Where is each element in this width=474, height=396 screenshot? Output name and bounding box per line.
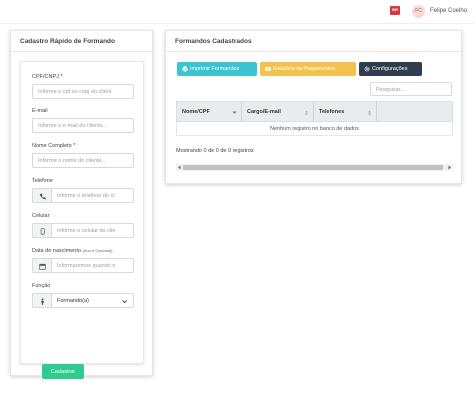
print-button[interactable]: Imprimir Formandos [177,62,257,76]
panel-title: Formandos Cadastrados [175,38,252,45]
phone-icon [39,193,46,200]
print-button-label: Imprimir Formandos [190,66,240,72]
language-flag-icon[interactable]: BR [390,6,400,15]
chevron-down-icon [122,300,127,304]
sort-icon [305,110,308,116]
settings-button-label: Configurações [372,66,408,72]
email-placeholder: Informe o e-mail do cliente... [38,123,108,129]
top-navbar: BR FC Felipe Coelho [0,0,474,24]
name-input[interactable]: Informe o nome do cliente... [32,153,134,168]
mobile-placeholder: Informe o celular do clie [57,228,116,234]
scroll-left-icon[interactable] [177,165,182,170]
birth-placeholder: Informaremos quando o [57,263,116,269]
mobile-addon [33,224,52,237]
sort-desc-icon [232,111,237,114]
table-header: Nome/CPF Cargo/E-mail Telefones [176,101,453,122]
settings-button[interactable]: Configurações [359,62,422,76]
person-icon [41,298,44,305]
flag-label: BR [392,7,398,12]
role-select[interactable]: Formando(a) [32,293,134,308]
register-form: CPF/CNPJ * Informe o cpf ou cnpj do clie… [20,61,144,379]
email-label: E-mail [32,108,48,114]
empty-message: Nenhum registro no banco de dados [270,126,359,132]
table-row: Nenhum registro no banco de dados [176,122,453,136]
printer-icon [182,66,188,72]
cpf-label: CPF/CNPJ * [32,74,63,80]
scrollbar-thumb[interactable] [183,165,443,170]
phone-label: Telefone [32,178,53,184]
role-addon [33,294,52,307]
calendar-icon [39,263,46,270]
column-header-label: Telefones [319,109,345,115]
column-header-role-email[interactable]: Cargo/E-mail [242,102,314,121]
name-placeholder: Informe o nome do cliente... [38,158,107,164]
search-input[interactable]: Pesquisar... [370,82,452,96]
mobile-input[interactable]: Informe o celular do clie [32,223,134,238]
scroll-right-icon[interactable] [447,165,452,170]
user-name[interactable]: Felipe Coelho [430,8,467,14]
table-info: Mostrando 0 de 0 de 0 registros [176,148,254,154]
mobile-icon [40,228,45,235]
search-placeholder: Pesquisar... [376,87,405,93]
phone-input[interactable]: Informe o telefone do cl [32,188,134,203]
quick-register-panel: Cadastro Rápido de Formando CPF/CNPJ * I… [10,30,153,379]
divider [11,51,152,52]
birth-label: Data de nascimento (Ano é Opcional) [32,248,112,254]
horizontal-scrollbar[interactable] [176,164,453,171]
panel-title: Cadastro Rápido de Formando [20,38,115,45]
sort-icon [368,110,371,116]
birth-addon [33,259,52,272]
mobile-label: Celular [32,213,50,219]
phone-addon [33,189,52,202]
column-header-label: Cargo/E-mail [247,109,281,115]
cpf-input[interactable]: Informe o cpf ou cnpj do client [32,84,134,99]
birth-hint: (Ano é Opcional) [82,248,113,253]
avatar[interactable]: FC [412,5,425,18]
phone-placeholder: Informe o telefone do cl [57,193,115,199]
column-header-phones[interactable]: Telefones [314,102,377,121]
money-icon [265,67,271,71]
cpf-placeholder: Informe o cpf ou cnpj do client [38,89,112,95]
registered-list-panel: Formandos Cadastrados Imprimir Formandos… [165,30,462,184]
payments-report-label: Relatório de Pagamentos [273,66,336,72]
email-input[interactable]: Informe o e-mail do cliente... [32,118,134,133]
column-header-label: Nome/CPF [182,109,210,115]
divider [166,51,461,52]
gear-icon [364,66,370,72]
birth-input[interactable]: Informaremos quando o [32,258,134,273]
payments-report-button[interactable]: Relatório de Pagamentos [260,62,356,76]
name-label: Nome Completo * [32,143,76,149]
role-value: Formando(a) [57,298,89,304]
submit-button[interactable]: Cadastrar [42,364,84,379]
birth-label-text: Data de nascimento [32,248,81,254]
role-label: Função [32,283,51,289]
column-header-name[interactable]: Nome/CPF [177,102,242,121]
